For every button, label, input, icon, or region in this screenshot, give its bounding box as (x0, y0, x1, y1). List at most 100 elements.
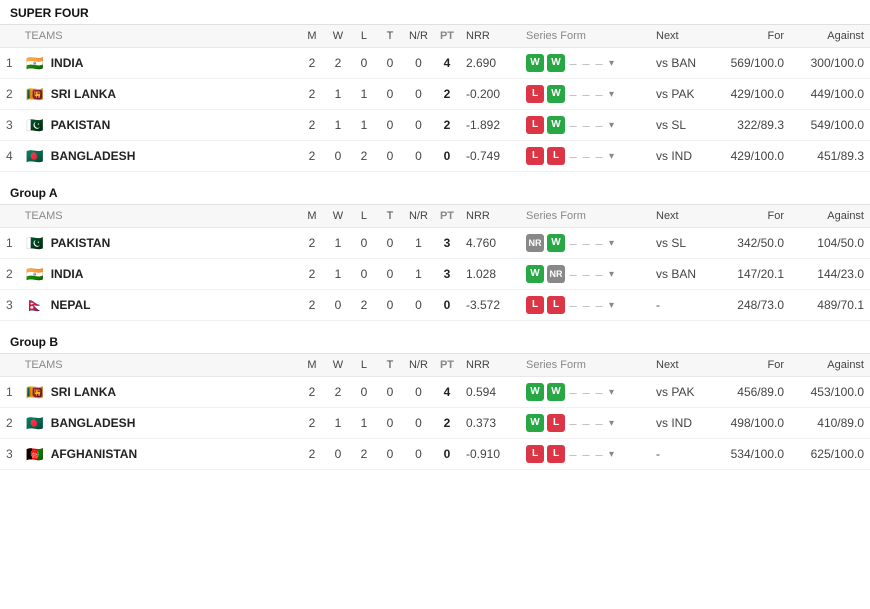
row-w: 0 (325, 439, 351, 470)
row-w: 1 (325, 259, 351, 290)
form-badge-l: L (526, 85, 544, 103)
col-header-nr: N/R (403, 205, 434, 228)
chevron-down-icon[interactable]: ▾ (609, 120, 614, 131)
chevron-down-icon[interactable]: ▾ (609, 238, 614, 249)
standings-table: TEAMSMWLTN/RPTNRRSeries FormNextForAgain… (0, 25, 870, 172)
chevron-down-icon[interactable]: ▾ (609, 89, 614, 100)
row-team: 🇱🇰 SRI LANKA (19, 377, 299, 408)
row-next: vs PAK (650, 377, 710, 408)
standings-table: TEAMSMWLTN/RPTNRRSeries FormNextForAgain… (0, 205, 870, 321)
row-pos: 4 (0, 141, 19, 172)
form-dash: – (581, 416, 591, 431)
row-for: 569/100.0 (710, 48, 790, 79)
col-header-next: Next (650, 205, 710, 228)
row-for: 248/73.0 (710, 290, 790, 321)
row-nrr: 0.594 (460, 377, 520, 408)
team-flag: 🇮🇳 (25, 267, 45, 281)
col-header-nrr: NRR (460, 354, 520, 377)
col-header-pt: PT (434, 354, 460, 377)
row-nrr: -1.892 (460, 110, 520, 141)
row-for: 534/100.0 (710, 439, 790, 470)
row-form: LL––– ▾ (520, 141, 650, 172)
row-nr: 0 (403, 110, 434, 141)
section-title: Group B (0, 329, 870, 354)
form-dash: – (581, 149, 591, 164)
form-dash: – (594, 447, 604, 462)
row-nr: 1 (403, 259, 434, 290)
row-pt: 2 (434, 79, 460, 110)
chevron-down-icon[interactable]: ▾ (609, 449, 614, 460)
form-badge-w: W (547, 383, 565, 401)
form-badge-w: W (547, 234, 565, 252)
col-header-form: Series Form (520, 205, 650, 228)
team-name: PAKISTAN (51, 236, 111, 250)
row-nrr: -0.200 (460, 79, 520, 110)
col-header-for: For (710, 354, 790, 377)
form-badge-l: L (526, 296, 544, 314)
row-l: 0 (351, 377, 377, 408)
row-for: 429/100.0 (710, 79, 790, 110)
team-name: AFGHANISTAN (51, 447, 137, 461)
row-against: 625/100.0 (790, 439, 870, 470)
row-l: 2 (351, 141, 377, 172)
form-badge-l: L (526, 116, 544, 134)
form-badge-nr: NR (547, 265, 565, 283)
row-m: 2 (299, 408, 325, 439)
chevron-down-icon[interactable]: ▾ (609, 418, 614, 429)
row-l: 0 (351, 48, 377, 79)
row-form: LW––– ▾ (520, 110, 650, 141)
table-row: 3 🇦🇫 AFGHANISTAN 202000-0.910 LL––– ▾ -5… (0, 439, 870, 470)
row-l: 1 (351, 79, 377, 110)
chevron-down-icon[interactable]: ▾ (609, 300, 614, 311)
row-nrr: 0.373 (460, 408, 520, 439)
form-dash: – (594, 298, 604, 313)
table-row: 4 🇧🇩 BANGLADESH 202000-0.749 LL––– ▾ vs … (0, 141, 870, 172)
row-pt: 0 (434, 439, 460, 470)
row-pos: 2 (0, 408, 19, 439)
row-against: 453/100.0 (790, 377, 870, 408)
chevron-down-icon[interactable]: ▾ (609, 387, 614, 398)
chevron-down-icon[interactable]: ▾ (609, 269, 614, 280)
row-pos: 2 (0, 259, 19, 290)
chevron-down-icon[interactable]: ▾ (609, 58, 614, 69)
row-l: 2 (351, 290, 377, 321)
section-title: Group A (0, 180, 870, 205)
col-header-nrr: NRR (460, 205, 520, 228)
col-header-for: For (710, 205, 790, 228)
col-header-nrr: NRR (460, 25, 520, 48)
table-row: 2 🇮🇳 INDIA 2100131.028 WNR––– ▾ vs BAN14… (0, 259, 870, 290)
row-t: 0 (377, 48, 403, 79)
form-dash: – (594, 236, 604, 251)
form-badge-w: W (547, 85, 565, 103)
row-form: WNR––– ▾ (520, 259, 650, 290)
col-header-t: T (377, 205, 403, 228)
team-flag: 🇳🇵 (25, 298, 45, 312)
row-l: 1 (351, 408, 377, 439)
col-header-w: W (325, 25, 351, 48)
row-m: 2 (299, 48, 325, 79)
form-badge-l: L (547, 147, 565, 165)
row-form: LL––– ▾ (520, 439, 650, 470)
form-dash: – (581, 385, 591, 400)
row-w: 1 (325, 408, 351, 439)
form-dash: – (581, 298, 591, 313)
row-nrr: -0.910 (460, 439, 520, 470)
form-dash: – (581, 118, 591, 133)
row-for: 429/100.0 (710, 141, 790, 172)
row-form: LW––– ▾ (520, 79, 650, 110)
col-header-pt: PT (434, 205, 460, 228)
row-pt: 3 (434, 228, 460, 259)
form-dash: – (568, 267, 578, 282)
row-team: 🇱🇰 SRI LANKA (19, 79, 299, 110)
col-header-against: Against (790, 205, 870, 228)
row-pt: 0 (434, 141, 460, 172)
form-dash: – (594, 56, 604, 71)
form-dash: – (594, 385, 604, 400)
chevron-down-icon[interactable]: ▾ (609, 151, 614, 162)
col-header-pos (0, 205, 19, 228)
form-dash: – (568, 87, 578, 102)
row-team: 🇵🇰 PAKISTAN (19, 228, 299, 259)
col-header-l: L (351, 25, 377, 48)
form-badge-l: L (547, 445, 565, 463)
row-m: 2 (299, 110, 325, 141)
